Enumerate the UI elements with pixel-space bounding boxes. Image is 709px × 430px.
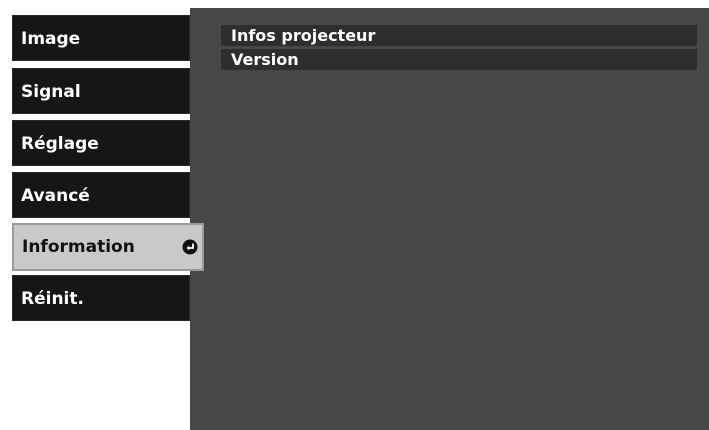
menu-item-image[interactable]: Image [12, 15, 190, 61]
menu-item-label: Avancé [21, 186, 90, 206]
menu-item-label: Réglage [21, 134, 99, 154]
menu-item-label: Signal [21, 82, 81, 102]
submenu-item-infos-projecteur[interactable]: Infos projecteur [221, 25, 697, 46]
menu-item-reinit[interactable]: Réinit. [12, 275, 190, 321]
menu-item-label: Réinit. [21, 289, 84, 309]
submenu-item-label: Infos projecteur [231, 26, 376, 45]
menu-item-signal[interactable]: Signal [12, 68, 190, 114]
menu-item-avance[interactable]: Avancé [12, 172, 190, 218]
enter-icon [182, 239, 198, 255]
submenu-item-version[interactable]: Version [221, 49, 697, 70]
menu-item-label: Information [22, 237, 135, 257]
menu-item-information[interactable]: Information [12, 223, 204, 271]
submenu-item-label: Version [231, 50, 299, 69]
submenu-panel: Infos projecteur Version [190, 8, 709, 430]
projector-menu-screen: Image Signal Réglage Avancé Information … [0, 0, 709, 430]
menu-item-reglage[interactable]: Réglage [12, 120, 190, 166]
menu-item-label: Image [21, 29, 81, 49]
